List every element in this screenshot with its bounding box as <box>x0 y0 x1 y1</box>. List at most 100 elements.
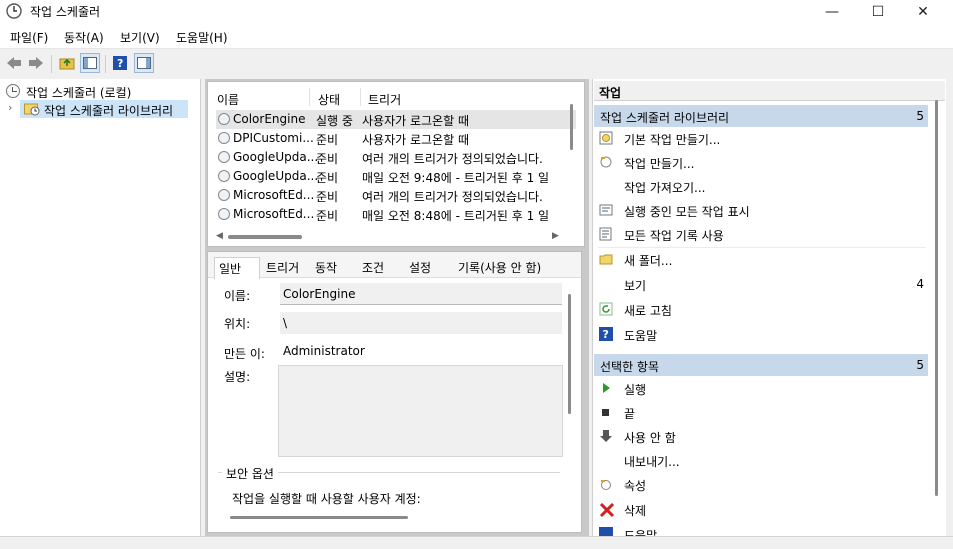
action-disable[interactable]: 사용 안 함 <box>598 426 928 448</box>
action-view[interactable]: 보기 4 <box>598 274 928 296</box>
tree-item-label: 작업 스케줄러 라이브러리 <box>44 104 174 118</box>
section-header-selected-item[interactable]: 선택한 항목 5 <box>594 354 928 376</box>
action-import-task[interactable]: 작업 가져오기... <box>598 176 928 198</box>
action-refresh[interactable]: 새로 고침 <box>598 299 928 321</box>
column-header-name[interactable]: 이름 <box>217 91 239 108</box>
minimize-button[interactable]: — <box>809 0 855 24</box>
status-bar <box>0 536 953 549</box>
action-run[interactable]: 실행 <box>598 378 928 400</box>
cell-name: MicrosoftEd... <box>233 207 315 221</box>
table-row[interactable]: MicrosoftEd... 준비 매일 오전 8:48에 - 트리거된 후 1… <box>216 205 576 224</box>
action-create-basic-task[interactable]: 기본 작업 만들기... <box>598 128 928 150</box>
tab-settings[interactable]: 설정 <box>409 257 431 279</box>
actions-scrollbar-thumb[interactable] <box>935 100 938 496</box>
toolbar-separator <box>105 55 106 73</box>
scroll-left-icon[interactable]: ◀ <box>216 231 223 241</box>
location-field[interactable]: \ <box>280 312 562 334</box>
action-export[interactable]: 내보내기... <box>598 450 928 472</box>
author-label: 만든 이: <box>224 347 265 361</box>
section-count: 5 <box>916 109 924 123</box>
history-icon <box>599 227 613 241</box>
section-header-library[interactable]: 작업 스케줄러 라이브러리 5 <box>594 105 928 127</box>
menu-help[interactable]: 도움말(H) <box>176 29 228 46</box>
help-icon <box>599 527 613 536</box>
cell-trigger: 여러 개의 트리거가 정의되었습니다. <box>362 190 543 204</box>
window-title: 작업 스케줄러 <box>30 5 101 19</box>
cell-status: 준비 <box>316 171 339 185</box>
cell-name: GoogleUpda... <box>233 169 317 183</box>
action-properties[interactable]: 속성 <box>598 474 928 496</box>
action-help-selected[interactable]: 도움말 <box>598 524 928 536</box>
column-header-trigger[interactable]: 트리거 <box>368 91 401 108</box>
tab-conditions[interactable]: 조건 <box>362 257 384 279</box>
table-row[interactable]: ColorEngine 실행 중 사용자가 로그온할 때 <box>216 110 576 129</box>
menu-action[interactable]: 동작(A) <box>64 29 104 46</box>
properties-icon <box>599 477 613 491</box>
tree-item-root[interactable]: 작업 스케줄러 (로컬) <box>6 82 196 100</box>
task-icon <box>218 189 230 201</box>
table-row[interactable]: MicrosoftEd... 준비 여러 개의 트리거가 정의되었습니다. <box>216 186 576 205</box>
maximize-button[interactable]: ☐ <box>855 0 901 24</box>
scroll-right-icon[interactable]: ▶ <box>552 231 559 241</box>
tab-triggers[interactable]: 트리거 <box>266 257 299 279</box>
task-icon <box>218 113 230 125</box>
tab-history[interactable]: 기록(사용 안 함) <box>458 257 541 279</box>
delete-icon <box>599 502 615 518</box>
column-divider[interactable] <box>360 88 361 106</box>
action-help[interactable]: ? 도움말 <box>598 324 928 346</box>
show-hide-console-tree-icon[interactable] <box>80 53 100 73</box>
actions-header: 작업 <box>594 81 945 101</box>
cell-status: 실행 중 <box>316 114 353 128</box>
tree-item-label: 작업 스케줄러 (로컬) <box>26 86 132 100</box>
help-icon[interactable]: ? <box>110 53 130 73</box>
task-icon <box>218 132 230 144</box>
security-options-label: 보안 옵션 <box>222 465 278 482</box>
horizontal-scrollbar-thumb[interactable] <box>230 516 408 519</box>
action-show-running-tasks[interactable]: 실행 중인 모든 작업 표시 <box>598 200 928 222</box>
column-divider[interactable] <box>309 88 310 106</box>
tree-item-library[interactable]: › 작업 스케줄러 라이브러리 <box>8 100 188 118</box>
name-label: 이름: <box>224 289 251 303</box>
chevron-right-icon[interactable]: › <box>8 101 12 114</box>
close-button[interactable]: ✕ <box>900 0 946 24</box>
task-icon <box>218 170 230 182</box>
vertical-scrollbar-thumb[interactable] <box>568 294 571 414</box>
up-folder-icon[interactable] <box>57 53 77 73</box>
tab-general[interactable]: 일반 <box>214 257 260 279</box>
author-field[interactable]: Administrator <box>280 340 562 362</box>
menu-file[interactable]: 파일(F) <box>10 29 48 46</box>
task-list: 이름 상태 트리거 ColorEngine 실행 중 사용자가 로그온할 때 D… <box>207 81 585 247</box>
action-delete[interactable]: 삭제 <box>598 499 928 521</box>
running-tasks-icon <box>599 203 613 217</box>
table-row[interactable]: GoogleUpda... 준비 여러 개의 트리거가 정의되었습니다. <box>216 148 576 167</box>
action-end[interactable]: 끝 <box>598 402 928 424</box>
tab-actions[interactable]: 동작 <box>315 257 337 279</box>
back-icon[interactable] <box>4 53 24 73</box>
horizontal-scrollbar-thumb[interactable] <box>228 235 302 239</box>
name-field[interactable]: ColorEngine <box>280 283 562 305</box>
security-account-text: 작업을 실행할 때 사용할 사용자 계정: <box>232 492 421 506</box>
console-tree: 작업 스케줄러 (로컬) › 작업 스케줄러 라이브러리 <box>0 79 201 549</box>
action-new-folder[interactable]: 새 폴더... <box>598 249 928 271</box>
basic-task-icon <box>599 131 613 145</box>
description-field[interactable] <box>278 365 563 457</box>
help-icon: ? <box>599 327 613 341</box>
cell-trigger: 매일 오전 8:48에 - 트리거된 후 1 일 <box>362 209 550 223</box>
table-row[interactable]: GoogleUpda... 준비 매일 오전 9:48에 - 트리거된 후 1 … <box>216 167 576 186</box>
action-enable-history[interactable]: 모든 작업 기록 사용 <box>598 224 928 246</box>
menu-view[interactable]: 보기(V) <box>120 29 160 46</box>
show-hide-action-pane-icon[interactable] <box>134 53 154 73</box>
location-label: 위치: <box>224 317 251 331</box>
title-bar: 작업 스케줄러 — ☐ ✕ <box>0 0 953 24</box>
vertical-scrollbar-thumb[interactable] <box>570 104 573 150</box>
column-header-status[interactable]: 상태 <box>318 91 340 108</box>
submenu-arrow: 4 <box>916 277 924 291</box>
forward-icon[interactable] <box>26 53 46 73</box>
svg-text:?: ? <box>117 57 123 70</box>
folder-icon <box>599 252 613 266</box>
action-create-task[interactable]: 작업 만들기... <box>598 152 928 174</box>
table-row[interactable]: DPICustomi... 준비 사용자가 로그온할 때 <box>216 129 576 148</box>
task-scheduler-icon <box>6 84 20 98</box>
cell-status: 준비 <box>316 152 339 166</box>
task-icon <box>218 208 230 220</box>
